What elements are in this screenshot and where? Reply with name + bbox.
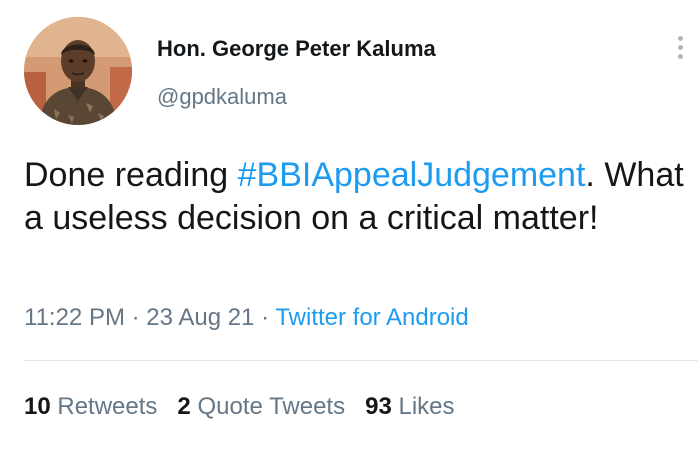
- retweets-label: Retweets: [57, 393, 158, 420]
- avatar[interactable]: [24, 17, 132, 125]
- avatar-photo: [24, 17, 132, 125]
- quote-tweets-stat[interactable]: 2 Quote Tweets: [177, 393, 345, 420]
- meta-separator: ·: [261, 304, 270, 331]
- tweet-time[interactable]: 11:22 PM: [24, 304, 125, 331]
- likes-stat[interactable]: 93 Likes: [365, 393, 454, 420]
- retweets-count: 10: [24, 393, 51, 420]
- author-display-name[interactable]: Hon. George Peter Kaluma: [157, 36, 436, 62]
- divider: [24, 360, 698, 361]
- quote-count: 2: [177, 393, 191, 420]
- tweet-meta: 11:22 PM · 23 Aug 21 · Twitter for Andro…: [24, 304, 469, 332]
- retweets-stat[interactable]: 10 Retweets: [24, 393, 157, 420]
- more-vertical-icon[interactable]: [672, 36, 688, 66]
- hashtag-link[interactable]: #BBIAppealJudgement: [238, 156, 586, 194]
- tweet-text-before: Done reading: [24, 156, 238, 194]
- author-handle[interactable]: @gpdkaluma: [157, 84, 287, 110]
- tweet-stats: 10 Retweets 2 Quote Tweets 93 Likes: [24, 393, 475, 421]
- tweet-date[interactable]: 23 Aug 21: [146, 304, 254, 331]
- meta-separator: ·: [131, 304, 140, 331]
- likes-count: 93: [365, 393, 392, 420]
- likes-label: Likes: [398, 393, 455, 420]
- tweet-source-link[interactable]: Twitter for Android: [275, 304, 468, 331]
- quote-label: Quote Tweets: [197, 393, 346, 420]
- tweet-text: Done reading #BBIAppealJudgement. What a…: [24, 154, 684, 240]
